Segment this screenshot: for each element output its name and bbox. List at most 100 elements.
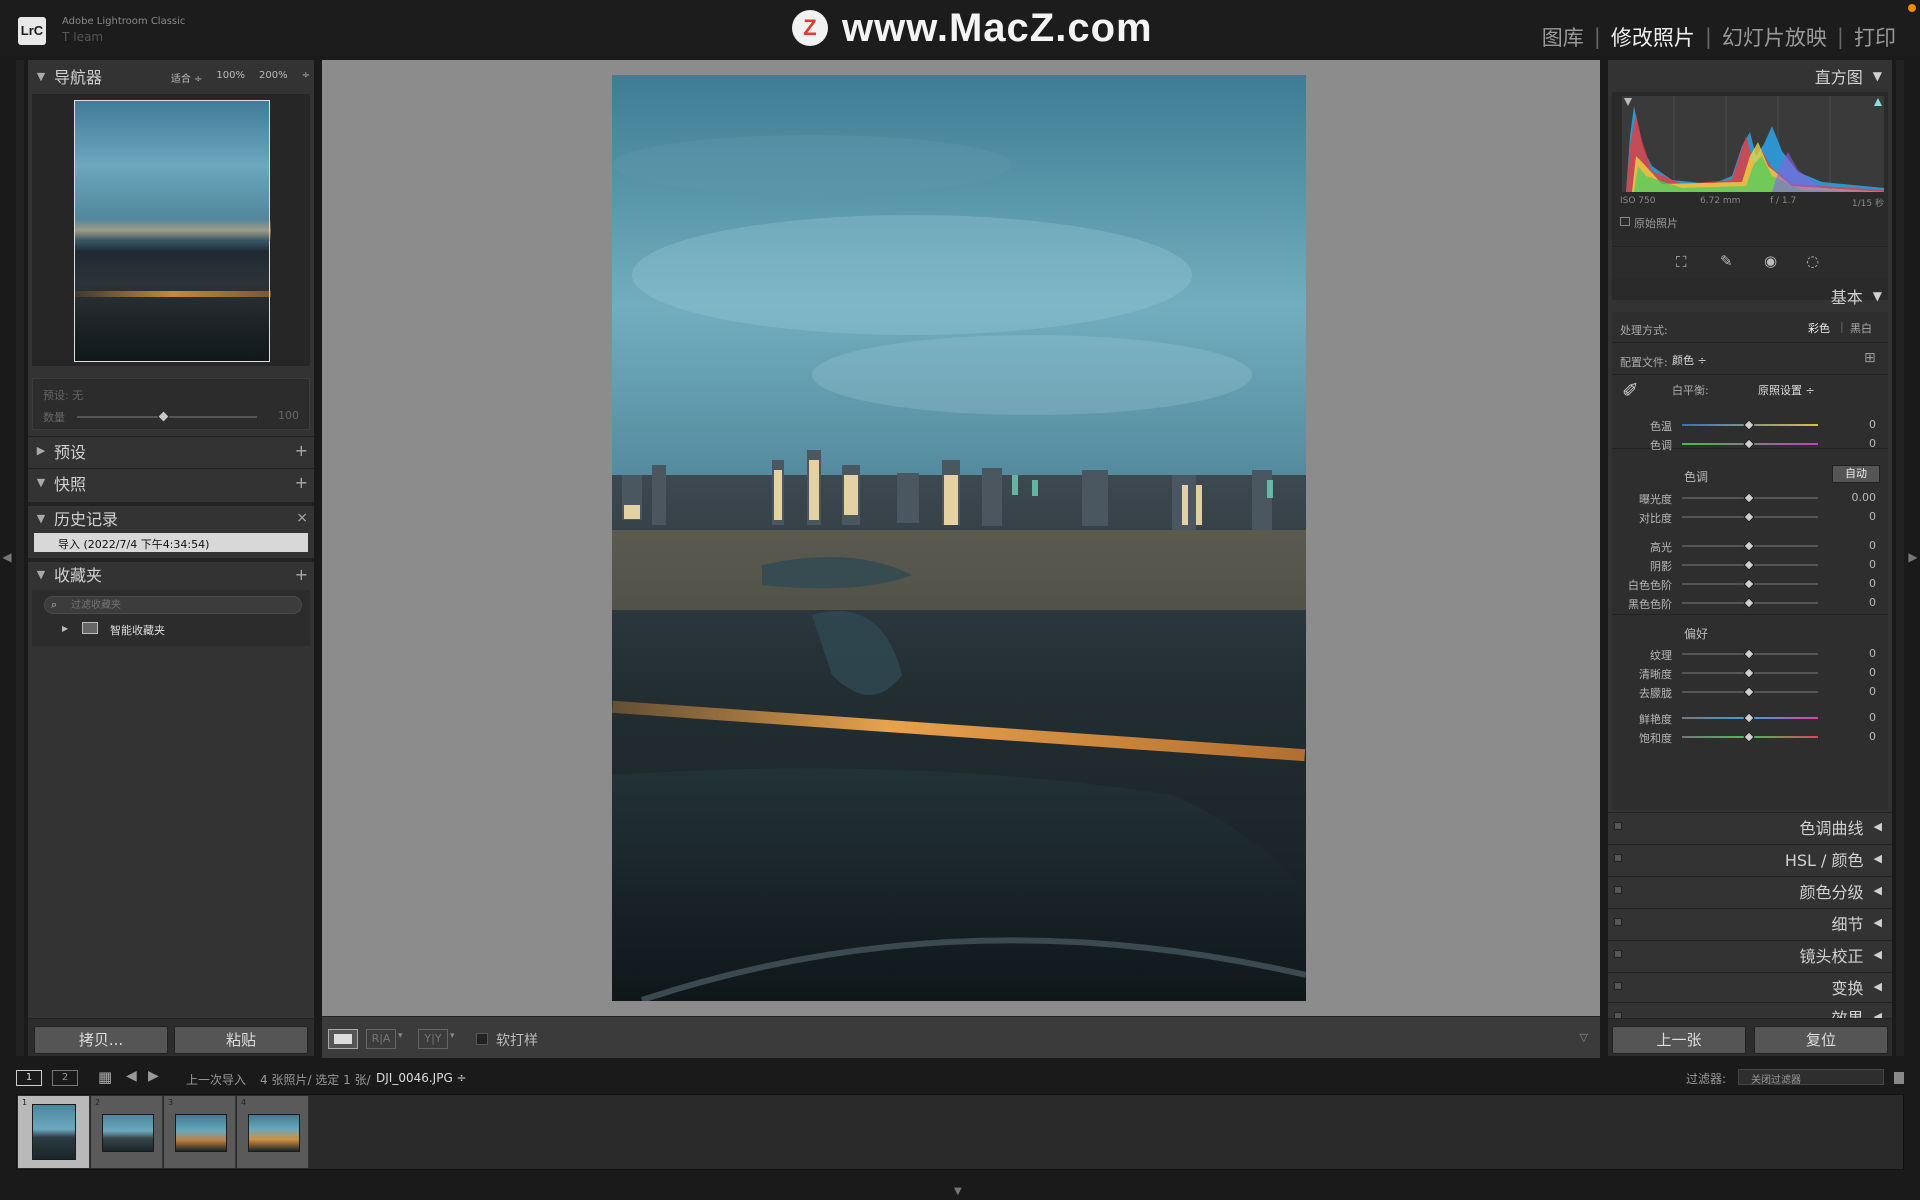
collections-header[interactable]: ▼ 收藏夹 +	[28, 558, 314, 586]
tint-value[interactable]: 0	[1869, 437, 1876, 450]
clarity-slider-knob[interactable]	[1743, 667, 1755, 679]
zoom-100[interactable]: 100%	[216, 70, 245, 85]
filter-dropdown[interactable]: 关闭过滤器	[1738, 1069, 1884, 1086]
wb-dropdown[interactable]: 原照设置 ÷	[1758, 382, 1815, 398]
treatment-color-option[interactable]: 彩色	[1808, 320, 1830, 336]
snapshots-header[interactable]: ▼ 快照 +	[28, 468, 314, 496]
blacks-slider-row[interactable]: 黑色色阶 0	[1608, 593, 1892, 611]
loupe-view-icon[interactable]	[328, 1029, 358, 1049]
paste-settings-button[interactable]: 粘贴	[174, 1026, 308, 1054]
primary-display-button[interactable]: 1	[16, 1070, 42, 1086]
shadows-value[interactable]: 0	[1869, 558, 1876, 571]
back-arrow-icon[interactable]: ◀	[126, 1068, 137, 1084]
temp-value[interactable]: 0	[1869, 418, 1876, 431]
module-print[interactable]: 打印	[1854, 22, 1896, 52]
hsl-header[interactable]: HSL / 颜色 ◀	[1608, 844, 1892, 872]
exposure-slider-knob[interactable]	[1743, 492, 1755, 504]
lens-corrections-header[interactable]: 镜头校正 ◀	[1608, 940, 1892, 968]
vibrance-slider-row[interactable]: 鲜艳度 0	[1608, 708, 1892, 726]
saturation-value[interactable]: 0	[1869, 730, 1876, 743]
tone-curve-header[interactable]: 色调曲线 ◀	[1608, 812, 1892, 840]
red-eye-icon[interactable]: ◉	[1764, 252, 1777, 270]
navigator-thumbnail[interactable]	[74, 100, 271, 362]
filmstrip-thumb-2[interactable]: 2	[91, 1096, 163, 1168]
secondary-display-button[interactable]: 2	[52, 1070, 78, 1086]
zoom-more[interactable]: ÷	[302, 70, 310, 85]
panel-toggle-switch[interactable]	[1614, 950, 1622, 958]
contrast-slider-knob[interactable]	[1743, 511, 1755, 523]
tint-slider-knob[interactable]	[1743, 438, 1755, 450]
filename-dropdown[interactable]: DJI_0046.JPG ÷	[376, 1071, 467, 1085]
reset-button[interactable]: 复位	[1754, 1026, 1888, 1054]
expand-triangle-icon[interactable]: ▶	[62, 624, 68, 633]
panel-toggle-switch[interactable]	[1614, 886, 1622, 894]
module-slideshow[interactable]: 幻灯片放映	[1722, 22, 1827, 52]
original-photo-checkbox[interactable]	[1620, 217, 1630, 226]
whites-slider-row[interactable]: 白色色阶 0	[1608, 574, 1892, 592]
panel-toggle-switch[interactable]	[1614, 918, 1622, 926]
add-snapshot-icon[interactable]: +	[295, 473, 308, 492]
source-label[interactable]: 上一次导入	[186, 1071, 246, 1088]
blacks-value[interactable]: 0	[1869, 596, 1876, 609]
history-item[interactable]: 导入 (2022/7/4 下午4:34:54)	[34, 533, 308, 552]
navigator-header[interactable]: ▼ 导航器 适合 ÷ 100% 200% ÷	[28, 62, 314, 90]
dehaze-slider-row[interactable]: 去朦胧 0	[1608, 682, 1892, 700]
blacks-slider-knob[interactable]	[1743, 597, 1755, 609]
whites-value[interactable]: 0	[1869, 577, 1876, 590]
copy-settings-button[interactable]: 拷贝...	[34, 1026, 168, 1054]
vibrance-value[interactable]: 0	[1869, 711, 1876, 724]
dehaze-value[interactable]: 0	[1869, 685, 1876, 698]
clarity-slider-row[interactable]: 清晰度 0	[1608, 663, 1892, 681]
clear-history-icon[interactable]: ×	[296, 510, 308, 526]
before-after-copy-icon[interactable]: Y|Y	[418, 1029, 448, 1049]
collections-search-input[interactable]	[71, 598, 291, 612]
zoom-fit[interactable]: 适合 ÷	[171, 70, 203, 85]
grid-view-icon[interactable]: ▦	[98, 1068, 112, 1086]
panel-toggle-switch[interactable]	[1614, 854, 1622, 862]
texture-slider-knob[interactable]	[1743, 648, 1755, 660]
zoom-200[interactable]: 200%	[259, 70, 288, 85]
shadows-slider-row[interactable]: 阴影 0	[1608, 555, 1892, 573]
vibrance-slider-knob[interactable]	[1743, 712, 1755, 724]
previous-settings-button[interactable]: 上一张	[1612, 1026, 1746, 1054]
basic-header[interactable]: 基本 ▼	[1608, 282, 1892, 310]
temp-slider-knob[interactable]	[1743, 419, 1755, 431]
exposure-value[interactable]: 0.00	[1852, 491, 1877, 504]
detail-header[interactable]: 细节 ◀	[1608, 908, 1892, 936]
panel-toggle-switch[interactable]	[1614, 982, 1622, 990]
highlights-slider-row[interactable]: 高光 0	[1608, 536, 1892, 554]
soft-proof-checkbox[interactable]	[476, 1033, 488, 1045]
collapse-left-panel-icon[interactable]: ◀	[0, 550, 14, 564]
amount-slider-knob[interactable]	[157, 410, 170, 423]
contrast-slider-row[interactable]: 对比度 0	[1608, 507, 1892, 525]
healing-brush-icon[interactable]: ✎	[1720, 252, 1733, 270]
before-after-icon[interactable]: R|A	[366, 1029, 396, 1049]
module-library[interactable]: 图库	[1542, 22, 1584, 52]
smart-collection-label[interactable]: 智能收藏夹	[110, 622, 165, 638]
histogram-header[interactable]: 直方图 ▼	[1608, 62, 1892, 90]
masking-icon[interactable]: ◌	[1806, 252, 1819, 270]
temp-slider-row[interactable]: 色温 0	[1608, 415, 1892, 433]
exposure-slider-row[interactable]: 曝光度 0.00	[1608, 488, 1892, 506]
highlights-value[interactable]: 0	[1869, 539, 1876, 552]
filmstrip-thumb-3[interactable]: 3	[164, 1096, 236, 1168]
navigator-preview[interactable]	[32, 94, 310, 366]
copy-menu-icon[interactable]: ▾	[450, 1031, 455, 1041]
profile-browser-icon[interactable]: ⊞	[1864, 350, 1876, 366]
tint-slider-row[interactable]: 色调 0	[1608, 434, 1892, 452]
module-develop[interactable]: 修改照片	[1611, 22, 1695, 52]
saturation-slider-knob[interactable]	[1743, 731, 1755, 743]
filmstrip-collapse-icon[interactable]: ▼	[954, 1186, 962, 1197]
profile-dropdown[interactable]: 颜色 ÷	[1672, 352, 1707, 368]
filter-lock-icon[interactable]	[1894, 1072, 1904, 1084]
presets-header[interactable]: ▶ 预设 +	[28, 436, 314, 464]
wb-eyedropper-icon[interactable]: ✐	[1622, 378, 1639, 402]
main-photo[interactable]	[612, 75, 1306, 1001]
forward-arrow-icon[interactable]: ▶	[148, 1068, 159, 1084]
auto-tone-button[interactable]: 自动	[1832, 465, 1880, 483]
texture-slider-row[interactable]: 纹理 0	[1608, 644, 1892, 662]
histogram-graph[interactable]	[1622, 96, 1884, 192]
saturation-slider-row[interactable]: 饱和度 0	[1608, 727, 1892, 745]
transform-header[interactable]: 变换 ◀	[1608, 972, 1892, 1000]
contrast-value[interactable]: 0	[1869, 510, 1876, 523]
